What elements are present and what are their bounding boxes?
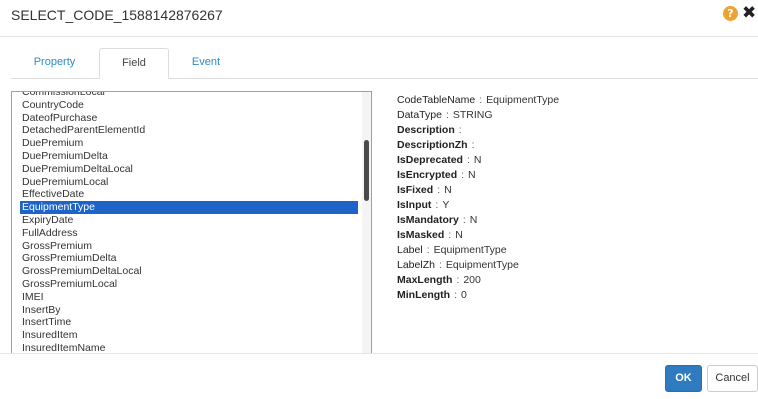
scrollbar-thumb[interactable]	[364, 140, 369, 201]
property-key: MaxLength	[397, 274, 453, 286]
list-item[interactable]: EffectiveDate	[12, 188, 362, 201]
property-row: IsMasked: N	[397, 228, 727, 243]
list-item[interactable]: InsertBy	[12, 304, 362, 317]
list-item[interactable]: CountryCode	[12, 99, 362, 112]
property-key: Label	[397, 244, 423, 256]
field-listbox[interactable]: CommissionLocal CountryCode DateofPurchase…	[11, 91, 372, 354]
property-separator: :	[435, 199, 439, 211]
list-item[interactable]: IMEI	[12, 291, 362, 304]
property-key: LabelZh	[397, 259, 435, 271]
property-key: IsMandatory	[397, 214, 459, 226]
property-row: IsDeprecated: N	[397, 153, 727, 168]
property-key: CodeTableName	[397, 94, 476, 106]
property-key: IsEncrypted	[397, 169, 458, 181]
property-key: IsInput	[397, 199, 432, 211]
list-scrollbar[interactable]	[362, 92, 371, 353]
property-row: CodeTableName: EquipmentType	[397, 93, 727, 108]
property-row: Label: EquipmentType	[397, 243, 727, 258]
list-item[interactable]: DuePremiumLocal	[12, 176, 362, 189]
property-key: MinLength	[397, 289, 451, 301]
property-key: IsMasked	[397, 229, 445, 241]
tab-event[interactable]: Event	[177, 48, 235, 77]
property-value: STRING	[452, 109, 493, 121]
property-key: IsFixed	[397, 184, 434, 196]
property-separator: :	[462, 214, 466, 226]
property-row: MinLength:0	[397, 288, 727, 303]
property-separator: :	[479, 94, 483, 106]
property-row: DataType: STRING	[397, 108, 727, 123]
list-item[interactable]: DuePremiumDeltaLocal	[12, 163, 362, 176]
list-item[interactable]: GrossPremiumDelta	[12, 252, 362, 265]
list-item[interactable]: ExpiryDate	[12, 214, 362, 227]
footer-divider	[0, 353, 758, 354]
list-item-selected[interactable]: EquipmentType	[20, 201, 358, 214]
list-item[interactable]: GrossPremium	[12, 240, 362, 253]
close-icon[interactable]: ✖	[742, 3, 756, 23]
property-separator: :	[437, 184, 441, 196]
property-row: IsMandatory: N	[397, 213, 727, 228]
dialog-title: SELECT_CODE_1588142876267	[11, 7, 223, 23]
list-item[interactable]: InsertTime	[12, 316, 362, 329]
property-value: N	[444, 184, 452, 196]
property-separator: :	[461, 169, 465, 181]
tab-property[interactable]: Property	[22, 48, 87, 77]
property-separator: :	[456, 274, 460, 286]
property-row: Description:	[397, 123, 727, 138]
property-separator: :	[454, 289, 457, 301]
list-item[interactable]: DuePremium	[12, 137, 362, 150]
field-list: CommissionLocal CountryCode DateofPurchase…	[12, 92, 362, 353]
property-value: N	[468, 169, 476, 181]
property-key: DataType	[397, 109, 442, 121]
property-value: EquipmentType	[486, 94, 560, 106]
property-separator: :	[448, 229, 452, 241]
property-separator: :	[471, 139, 475, 151]
property-row: LabelZh: EquipmentType	[397, 258, 727, 273]
list-item[interactable]: GrossPremiumLocal	[12, 278, 362, 291]
property-value: N	[469, 214, 478, 226]
property-key: IsDeprecated	[397, 154, 463, 166]
list-item[interactable]: InsuredItem	[12, 329, 362, 342]
field-properties-panel: CodeTableName: EquipmentType DataType: STRI…	[397, 93, 727, 303]
property-row: IsFixed: N	[397, 183, 727, 198]
list-item[interactable]: CommissionLocal	[12, 92, 362, 99]
property-row: DescriptionZh:	[397, 138, 727, 153]
property-separator: :	[438, 259, 442, 271]
list-item[interactable]: GrossPremiumDeltaLocal	[12, 265, 362, 278]
property-value: N	[455, 229, 463, 241]
cancel-button[interactable]: Cancel	[707, 365, 758, 392]
property-separator: :	[426, 244, 430, 256]
property-value: 0	[461, 289, 467, 301]
tab-field[interactable]: Field	[99, 48, 169, 79]
property-value: N	[473, 154, 482, 166]
list-item[interactable]: FullAddress	[12, 227, 362, 240]
property-value: EquipmentType	[445, 259, 519, 271]
tab-bar: Property Field Event	[11, 48, 758, 79]
property-key: Description	[397, 124, 455, 136]
property-value: Y	[442, 199, 450, 211]
list-item[interactable]: DetachedParentElementId	[12, 124, 362, 137]
list-item[interactable]: DuePremiumDelta	[12, 150, 362, 163]
property-row: IsEncrypted: N	[397, 168, 727, 183]
property-value: EquipmentType	[433, 244, 507, 256]
property-key: DescriptionZh	[397, 139, 468, 151]
help-icon[interactable]: ?	[723, 6, 738, 21]
property-separator: :	[458, 124, 462, 136]
ok-button[interactable]: OK	[665, 365, 702, 392]
list-item[interactable]: DateofPurchase	[12, 112, 362, 125]
property-row: MaxLength:200	[397, 273, 727, 288]
property-value: 200	[463, 274, 481, 286]
property-row: IsInput: Y	[397, 198, 727, 213]
property-separator: :	[445, 109, 449, 121]
dialog-titlebar: SELECT_CODE_1588142876267 ? ✖	[0, 0, 758, 37]
property-separator: :	[466, 154, 470, 166]
